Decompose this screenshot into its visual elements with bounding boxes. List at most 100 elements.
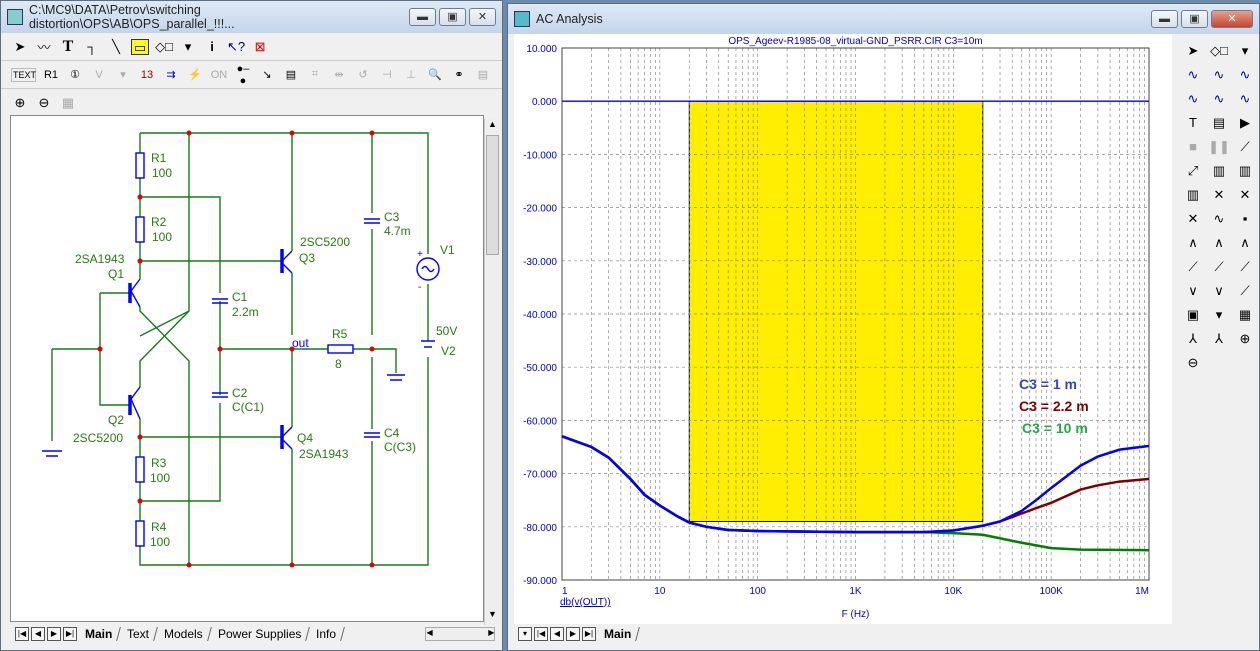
next-page-button[interactable]: ▶ — [47, 627, 61, 641]
grid-3-icon[interactable]: ▥ — [1180, 184, 1206, 206]
shapes-icon[interactable]: ◇□ — [155, 39, 173, 55]
tab-main[interactable]: Main — [596, 627, 641, 641]
power-icon[interactable]: ⚡ — [186, 68, 204, 81]
tab-power-supplies[interactable]: Power Supplies — [210, 627, 311, 641]
waveform-6-icon[interactable]: ∿ — [1232, 88, 1258, 110]
waveform-5-icon[interactable]: ∿ — [1206, 88, 1232, 110]
select-arrow-icon[interactable]: ➤ — [11, 39, 29, 55]
prev-page-button[interactable]: ◀ — [550, 627, 564, 641]
vertical-scrollbar[interactable]: ▲ ▼ — [484, 119, 500, 625]
zoom-in-icon[interactable]: ⊕ — [11, 95, 29, 111]
tab-text[interactable]: Text — [119, 627, 159, 641]
valley-1-icon[interactable]: ∨ — [1180, 280, 1206, 302]
dropdown-icon[interactable]: ▾ — [1232, 40, 1258, 62]
maximize-button[interactable]: ▣ — [1181, 10, 1208, 28]
stop-icon[interactable]: ■ — [1180, 136, 1206, 158]
grid-1-icon[interactable]: ▥ — [1206, 160, 1232, 182]
grid-2-icon[interactable]: ▥ — [1232, 160, 1258, 182]
tab-info[interactable]: Info — [308, 627, 346, 641]
pin-connection-icon[interactable]: ●–● — [234, 63, 252, 87]
first-page-button[interactable]: |◀ — [15, 627, 29, 641]
pause-icon[interactable]: ❚❚ — [1206, 136, 1232, 158]
wire-icon[interactable]: 〰 — [35, 37, 53, 56]
scroll-down-button[interactable]: ▼ — [485, 609, 500, 625]
help-cursor-icon[interactable]: ↖? — [227, 39, 245, 55]
current-icon[interactable]: ⇉ — [162, 68, 180, 81]
next-page-button[interactable]: ▶ — [566, 627, 580, 641]
slope-1-icon[interactable]: ⟋ — [1180, 256, 1206, 278]
text-page-icon[interactable]: ▤ — [474, 68, 492, 81]
text-icon[interactable]: T — [59, 38, 77, 56]
peak-2-icon[interactable]: ∧ — [1206, 232, 1232, 254]
on-state-icon[interactable]: ON — [210, 69, 228, 81]
line-icon[interactable]: ╲ — [107, 39, 125, 55]
scroll-thumb[interactable] — [486, 135, 499, 255]
dropdown-icon[interactable]: ▾ — [1206, 304, 1232, 326]
component-icon[interactable]: ▭ — [131, 38, 149, 55]
cursor-2-icon[interactable]: ✕ — [1232, 184, 1258, 206]
find-icon[interactable]: 🔍 — [426, 68, 444, 81]
info-icon[interactable]: i — [203, 39, 221, 54]
binoculars-icon[interactable]: ⚭ — [450, 68, 468, 81]
schematic-title-bar[interactable]: C:\MC9\DATA\Petrov\switching distortion\… — [1, 1, 502, 33]
cursor-1-icon[interactable]: ✕ — [1206, 184, 1232, 206]
dropdown-icon[interactable]: ▾ — [114, 68, 132, 81]
peak-3-icon[interactable]: ∧ — [1232, 232, 1258, 254]
mirror-icon[interactable]: ⊣ — [378, 68, 396, 81]
line-dots-icon[interactable]: ⤢ — [1180, 160, 1206, 182]
run-icon[interactable]: ▶ — [1232, 112, 1258, 134]
rotate-icon[interactable]: ↺ — [354, 68, 372, 81]
scale-icon[interactable]: ▪ — [1232, 208, 1258, 230]
last-page-button[interactable]: ▶| — [63, 627, 77, 641]
stop-icon[interactable]: ⊠ — [251, 39, 269, 55]
slope-3-icon[interactable]: ⟋ — [1232, 256, 1258, 278]
analysis-title-bar[interactable]: AC Analysis ▬ ▣ ✕ — [508, 4, 1259, 34]
text-toggle-button[interactable]: TEXT — [11, 67, 36, 82]
table-icon[interactable]: ▦ — [1232, 304, 1258, 326]
last-page-button[interactable]: ▶| — [582, 627, 596, 641]
minimize-button[interactable]: ▬ — [1151, 10, 1178, 28]
y-scale-icon[interactable]: ⅄ — [1206, 328, 1232, 350]
attribute-r1-icon[interactable]: R1 — [42, 69, 60, 81]
grid-icon[interactable]: ⌗ — [306, 68, 324, 81]
prev-page-button[interactable]: ◀ — [31, 627, 45, 641]
tab-main[interactable]: Main — [77, 627, 122, 641]
tab-models[interactable]: Models — [156, 627, 212, 641]
first-page-button[interactable]: |◀ — [534, 627, 548, 641]
valley-2-icon[interactable]: ∨ — [1206, 280, 1232, 302]
zoom-out-icon[interactable]: ⊖ — [1180, 352, 1206, 374]
properties-icon[interactable]: ▤ — [1206, 112, 1232, 134]
cursor-3-icon[interactable]: ✕ — [1180, 208, 1206, 230]
schematic-canvas[interactable]: R1 100 R2 100 2SA1943 Q1 Q2 2SC5200 R3 100 R4… — [10, 115, 484, 622]
scroll-up-button[interactable]: ▲ — [485, 119, 500, 135]
zoom-in-icon[interactable]: ⊕ — [1232, 328, 1258, 350]
close-button[interactable]: ✕ — [469, 8, 496, 26]
waveform-4-icon[interactable]: ∿ — [1180, 88, 1206, 110]
peak-1-icon[interactable]: ∧ — [1180, 232, 1206, 254]
dropdown-button[interactable]: ▾ — [518, 627, 532, 641]
select-arrow-icon[interactable]: ➤ — [1180, 40, 1206, 62]
waveform-1-icon[interactable]: ∿ — [1180, 64, 1206, 86]
waveform-2-icon[interactable]: ∿ — [1206, 64, 1232, 86]
zoom-out-icon[interactable]: ⊖ — [35, 95, 53, 111]
wave-red-icon[interactable]: ∿ — [1206, 208, 1232, 230]
plot-area[interactable]: 10.000 0.000 -10.000 -20.000 -30.000 -40.000 -… — [514, 34, 1172, 624]
waveform-3-icon[interactable]: ∿ — [1232, 64, 1258, 86]
properties-icon[interactable]: ▤ — [282, 68, 300, 81]
tag-icon[interactable]: ▣ — [1180, 304, 1206, 326]
minimize-button[interactable]: ▬ — [409, 8, 436, 26]
camera-icon[interactable]: ▦ — [59, 95, 77, 111]
horizontal-scrollbar[interactable]: ◀ ▶ — [425, 627, 496, 641]
slope-4-icon[interactable]: ⟋ — [1232, 280, 1258, 302]
flip-icon[interactable]: ⇹ — [330, 68, 348, 81]
pin-voltage-icon[interactable]: V — [90, 69, 108, 81]
mirror-v-icon[interactable]: ⊥ — [402, 68, 420, 81]
dropdown-icon[interactable]: ▾ — [179, 39, 197, 55]
maximize-button[interactable]: ▣ — [439, 8, 466, 26]
slope-2-icon[interactable]: ⟋ — [1206, 256, 1232, 278]
line-icon[interactable]: ⟋ — [1232, 136, 1258, 158]
cursor-probe-icon[interactable]: ↘ — [258, 68, 276, 81]
text-icon[interactable]: T — [1180, 112, 1206, 134]
node-number-icon[interactable]: ① — [66, 68, 84, 81]
shapes-icon[interactable]: ◇□ — [1206, 40, 1232, 62]
